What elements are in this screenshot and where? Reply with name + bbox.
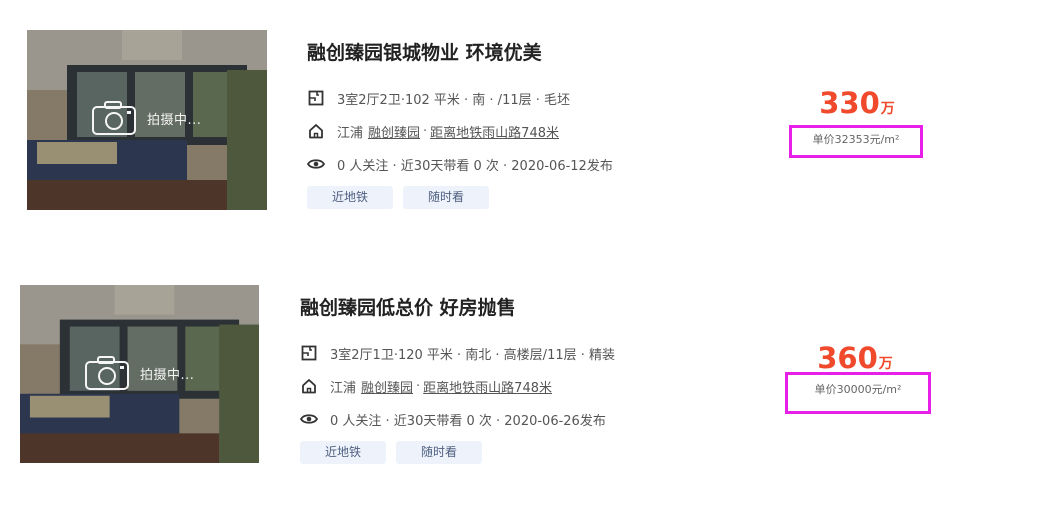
tag-near-metro: 近地铁 <box>300 441 386 464</box>
price-unit: 万 <box>878 356 893 372</box>
follow-text: 0 人关注 · 近30天带看 0 次 · 2020-06-26发布 <box>330 413 606 429</box>
listing-photo[interactable]: 拍摄中... <box>27 30 267 210</box>
tag-viewable-anytime: 随时看 <box>396 441 482 464</box>
eye-icon <box>307 155 325 173</box>
tag-list: 近地铁 随时看 <box>300 441 780 464</box>
metro-distance-link[interactable]: 距离地铁雨山路748米 <box>430 122 559 141</box>
follow-row: 0 人关注 · 近30天带看 0 次 · 2020-06-26发布 <box>300 409 780 429</box>
house-layout-text: 3室2厅2卫·102 平米 · 南 · /11层 · 毛坯 <box>337 92 571 108</box>
photo-caption: 拍摄中... <box>140 367 195 383</box>
community-link[interactable]: 融创臻园 <box>368 122 420 141</box>
camera-icon <box>91 100 137 136</box>
camera-icon <box>84 355 130 391</box>
district-text: 江浦 <box>330 380 357 396</box>
listing-info: 融创臻园低总价 好房抛售 3室2厅1卫·120 平米 · 南北 · 高楼层/11… <box>300 285 780 464</box>
price-value: 330 <box>819 86 880 120</box>
listing-title[interactable]: 融创臻园低总价 好房抛售 <box>300 295 780 321</box>
listing-title[interactable]: 融创臻园银城物业 环境优美 <box>307 40 787 66</box>
house-layout-text: 3室2厅1卫·120 平米 · 南北 · 高楼层/11层 · 精装 <box>330 347 616 363</box>
house-icon <box>307 122 325 140</box>
metro-distance-link[interactable]: 距离地铁雨山路748米 <box>423 377 552 396</box>
follow-text: 0 人关注 · 近30天带看 0 次 · 2020-06-12发布 <box>337 158 613 174</box>
location-row: 江浦 融创臻园 · 距离地铁雨山路748米 <box>300 376 780 396</box>
house-layout-row: 3室2厅1卫·120 平米 · 南北 · 高楼层/11层 · 精装 <box>300 343 780 363</box>
district-text: 江浦 <box>337 125 364 141</box>
photo-status-overlay: 拍摄中... <box>84 355 194 391</box>
floorplan-icon <box>300 344 318 362</box>
price-unit: 万 <box>880 101 895 117</box>
photo-status-overlay: 拍摄中... <box>91 100 201 136</box>
listing-info: 融创臻园银城物业 环境优美 3室2厅2卫·102 平米 · 南 · /11层 ·… <box>307 30 787 209</box>
house-layout-row: 3室2厅2卫·102 平米 · 南 · /11层 · 毛坯 <box>307 88 787 108</box>
location-row: 江浦 融创臻园 · 距离地铁雨山路748米 <box>307 121 787 141</box>
price-value: 360 <box>817 341 878 375</box>
total-price: 360万 <box>785 341 925 375</box>
community-link[interactable]: 融创臻园 <box>361 377 413 396</box>
tag-list: 近地铁 随时看 <box>307 186 787 209</box>
listing-photo[interactable]: 拍摄中... <box>20 285 259 463</box>
tag-near-metro: 近地铁 <box>307 186 393 209</box>
listing-card[interactable]: 拍摄中... 融创臻园银城物业 环境优美 3室2厅2卫·102 平米 · 南 ·… <box>27 30 1027 230</box>
photo-caption: 拍摄中... <box>147 112 202 128</box>
follow-row: 0 人关注 · 近30天带看 0 次 · 2020-06-12发布 <box>307 154 787 174</box>
tag-viewable-anytime: 随时看 <box>403 186 489 209</box>
total-price: 330万 <box>787 86 927 120</box>
unit-price: 单价32353元/m² <box>789 125 923 158</box>
unit-price: 单价30000元/m² <box>785 372 931 414</box>
floorplan-icon <box>307 89 325 107</box>
house-icon <box>300 377 318 395</box>
eye-icon <box>300 410 318 428</box>
listing-card[interactable]: 拍摄中... 融创臻园低总价 好房抛售 3室2厅1卫·120 平米 · 南北 ·… <box>20 285 1020 485</box>
